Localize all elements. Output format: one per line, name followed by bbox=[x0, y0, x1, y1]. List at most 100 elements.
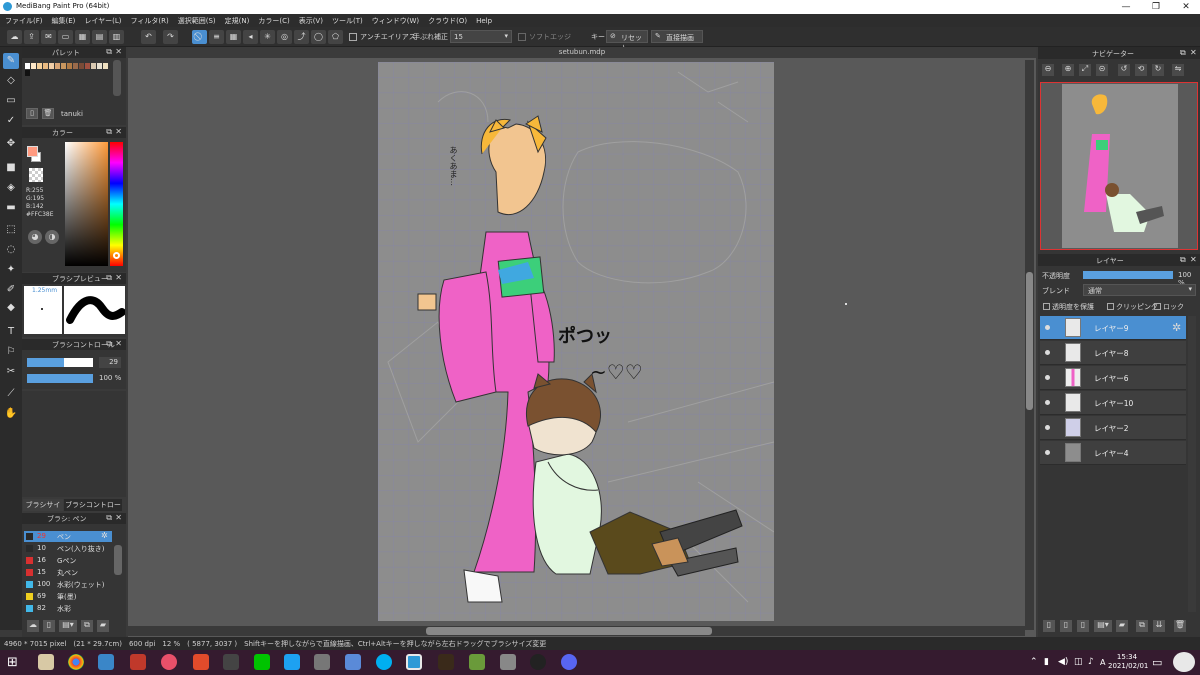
soft-edge-checkbox[interactable] bbox=[518, 33, 526, 41]
menu-select[interactable]: 選択範囲(S) bbox=[173, 14, 220, 26]
menu-window[interactable]: ウィンドウ(W) bbox=[367, 14, 423, 26]
brush-item[interactable]: 15 丸ペン bbox=[24, 567, 112, 578]
brush-item[interactable]: 29 ペン ✲ bbox=[24, 531, 112, 542]
redo-icon[interactable]: ↷ bbox=[163, 30, 178, 44]
brush-item[interactable]: 82 水彩 bbox=[24, 603, 112, 614]
palette-swatch[interactable] bbox=[61, 63, 66, 69]
layer-item[interactable]: レイヤー6 bbox=[1040, 366, 1186, 390]
close-icon[interactable]: ✕ bbox=[1190, 48, 1197, 57]
ellipse-icon[interactable]: ◯ bbox=[311, 30, 326, 44]
menu-filter[interactable]: フィルタ(R) bbox=[126, 14, 173, 26]
palette-swatch[interactable] bbox=[85, 63, 90, 69]
brush-list-scrollbar[interactable] bbox=[114, 545, 122, 575]
brush-tool-icon[interactable]: ✎ bbox=[3, 53, 19, 69]
menu-help[interactable]: Help bbox=[471, 15, 496, 25]
rotate-reset-icon[interactable]: ⟲ bbox=[1135, 64, 1147, 76]
parallel-ruler-icon[interactable]: ≡ bbox=[209, 30, 224, 44]
document-tab[interactable]: setubun.mdp bbox=[128, 47, 1036, 58]
app-icon[interactable] bbox=[130, 654, 146, 670]
palette-swatch[interactable] bbox=[67, 63, 72, 69]
medibang-icon[interactable] bbox=[406, 654, 422, 670]
fill-rect-tool-icon[interactable]: ■ bbox=[3, 160, 19, 176]
artwork-canvas[interactable]: ポつッ ~♡♡ あくあま… bbox=[378, 62, 774, 621]
gear-icon[interactable]: ✲ bbox=[101, 531, 108, 540]
ruler-none-icon[interactable]: ⃠ bbox=[192, 30, 207, 44]
palette-swatch[interactable] bbox=[103, 63, 108, 69]
layer-item[interactable]: レイヤー2 bbox=[1040, 416, 1186, 440]
horizontal-scrollbar[interactable] bbox=[128, 626, 1025, 636]
app-icon[interactable] bbox=[161, 654, 177, 670]
clock[interactable]: 15:34 2021/02/01 bbox=[1108, 653, 1148, 671]
app-icon[interactable] bbox=[438, 654, 454, 670]
palette-scrollbar[interactable] bbox=[113, 60, 121, 96]
vanishing-icon[interactable]: ◂ bbox=[243, 30, 258, 44]
close-icon[interactable]: ✕ bbox=[115, 513, 122, 522]
menu-color[interactable]: カラー(C) bbox=[253, 14, 293, 26]
tab-brush-control[interactable]: ブラシコントロール bbox=[64, 499, 122, 521]
palette-swatch[interactable] bbox=[73, 63, 78, 69]
layer-item[interactable]: レイヤー10 bbox=[1040, 391, 1186, 415]
new-layer-8bit-icon[interactable]: ▯ bbox=[1060, 620, 1072, 632]
tray-icon[interactable]: ▮ bbox=[1044, 657, 1049, 667]
close-icon[interactable]: ✕ bbox=[115, 339, 122, 348]
menu-tool[interactable]: ツール(T) bbox=[327, 14, 367, 26]
reset-button[interactable]: ⊘リセット bbox=[606, 30, 648, 52]
rotate-left-icon[interactable]: ↺ bbox=[1118, 64, 1130, 76]
tray-chevron-icon[interactable]: ⌃ bbox=[1030, 657, 1038, 667]
fit-icon[interactable]: ⤢ bbox=[1079, 64, 1091, 76]
speech-icon[interactable]: ▭ bbox=[58, 30, 73, 44]
minimize-button[interactable]: — bbox=[1115, 1, 1137, 13]
visibility-icon[interactable] bbox=[1045, 425, 1050, 430]
palette-swatch[interactable] bbox=[25, 70, 30, 76]
protect-alpha-checkbox[interactable] bbox=[1043, 303, 1050, 310]
ime-indicator[interactable]: A bbox=[1100, 658, 1105, 667]
layer-item[interactable]: レイヤー4 bbox=[1040, 441, 1186, 465]
layout-icon[interactable]: ▥ bbox=[109, 30, 124, 44]
scroll-thumb[interactable] bbox=[426, 627, 712, 635]
zoom-out-icon[interactable]: ⊖ bbox=[1042, 64, 1054, 76]
layer-item[interactable]: レイヤー8 bbox=[1040, 341, 1186, 365]
cloud-brush-icon[interactable]: ☁ bbox=[27, 620, 39, 632]
vertical-scrollbar[interactable] bbox=[1025, 60, 1034, 630]
cross-ruler-icon[interactable]: ▦ bbox=[226, 30, 241, 44]
direct-draw-button[interactable]: ✎ 直接描画 bbox=[651, 30, 703, 43]
media-icon[interactable] bbox=[193, 654, 209, 670]
eraser-tool-icon[interactable]: ◇ bbox=[3, 73, 19, 89]
color-mix-icon[interactable]: ◑ bbox=[45, 230, 59, 244]
text-tool-icon[interactable]: T bbox=[3, 324, 19, 340]
layer-item[interactable]: レイヤー9 ✲ bbox=[1040, 316, 1186, 340]
concentric-icon[interactable]: ◎ bbox=[277, 30, 292, 44]
gradient-tool-icon[interactable]: ▬ bbox=[3, 200, 19, 216]
layer-opacity-slider[interactable] bbox=[1083, 271, 1173, 279]
merge-down-icon[interactable]: ⇊ bbox=[1153, 620, 1165, 632]
brush-item[interactable]: 10 ペン(入り抜き) bbox=[24, 543, 112, 554]
divide-tool-icon[interactable]: ✂ bbox=[3, 364, 19, 380]
palette-swatch[interactable] bbox=[55, 63, 60, 69]
detach-icon[interactable]: ⧉ bbox=[106, 513, 112, 523]
brush-opacity-slider[interactable] bbox=[27, 374, 93, 383]
menu-edit[interactable]: 編集(E) bbox=[47, 14, 80, 26]
palette-swatch[interactable] bbox=[49, 63, 54, 69]
detach-icon[interactable]: ⧉ bbox=[106, 273, 112, 283]
hand-tool-icon[interactable]: ✋ bbox=[3, 406, 19, 422]
app-icon[interactable] bbox=[314, 654, 330, 670]
discord-icon[interactable] bbox=[561, 654, 577, 670]
new-brush-icon[interactable]: ▯ bbox=[43, 620, 55, 632]
minecraft-icon[interactable] bbox=[469, 654, 485, 670]
palette-swatch[interactable] bbox=[97, 63, 102, 69]
gear-icon[interactable]: ✲ bbox=[1172, 321, 1181, 334]
app-icon[interactable] bbox=[98, 654, 114, 670]
select-tool-icon[interactable]: ⬚ bbox=[3, 222, 19, 238]
visibility-icon[interactable] bbox=[1045, 325, 1050, 330]
primary-color-swatch[interactable] bbox=[27, 146, 38, 157]
move-tool-icon[interactable]: ✥ bbox=[3, 136, 19, 152]
explorer-icon[interactable] bbox=[38, 654, 54, 670]
folder-icon[interactable]: ▰ bbox=[97, 620, 109, 632]
brush-item[interactable]: 100 水彩(ウェット) bbox=[24, 579, 112, 590]
dot-tool-icon[interactable]: ▭ bbox=[3, 93, 19, 109]
palette-swatch[interactable] bbox=[91, 63, 96, 69]
undo-icon[interactable]: ↶ bbox=[141, 30, 156, 44]
eyedropper-icon[interactable]: ⟋ bbox=[3, 386, 19, 402]
maximize-button[interactable]: ❐ bbox=[1145, 1, 1167, 13]
zoom-reset-icon[interactable]: ⊝ bbox=[1096, 64, 1108, 76]
